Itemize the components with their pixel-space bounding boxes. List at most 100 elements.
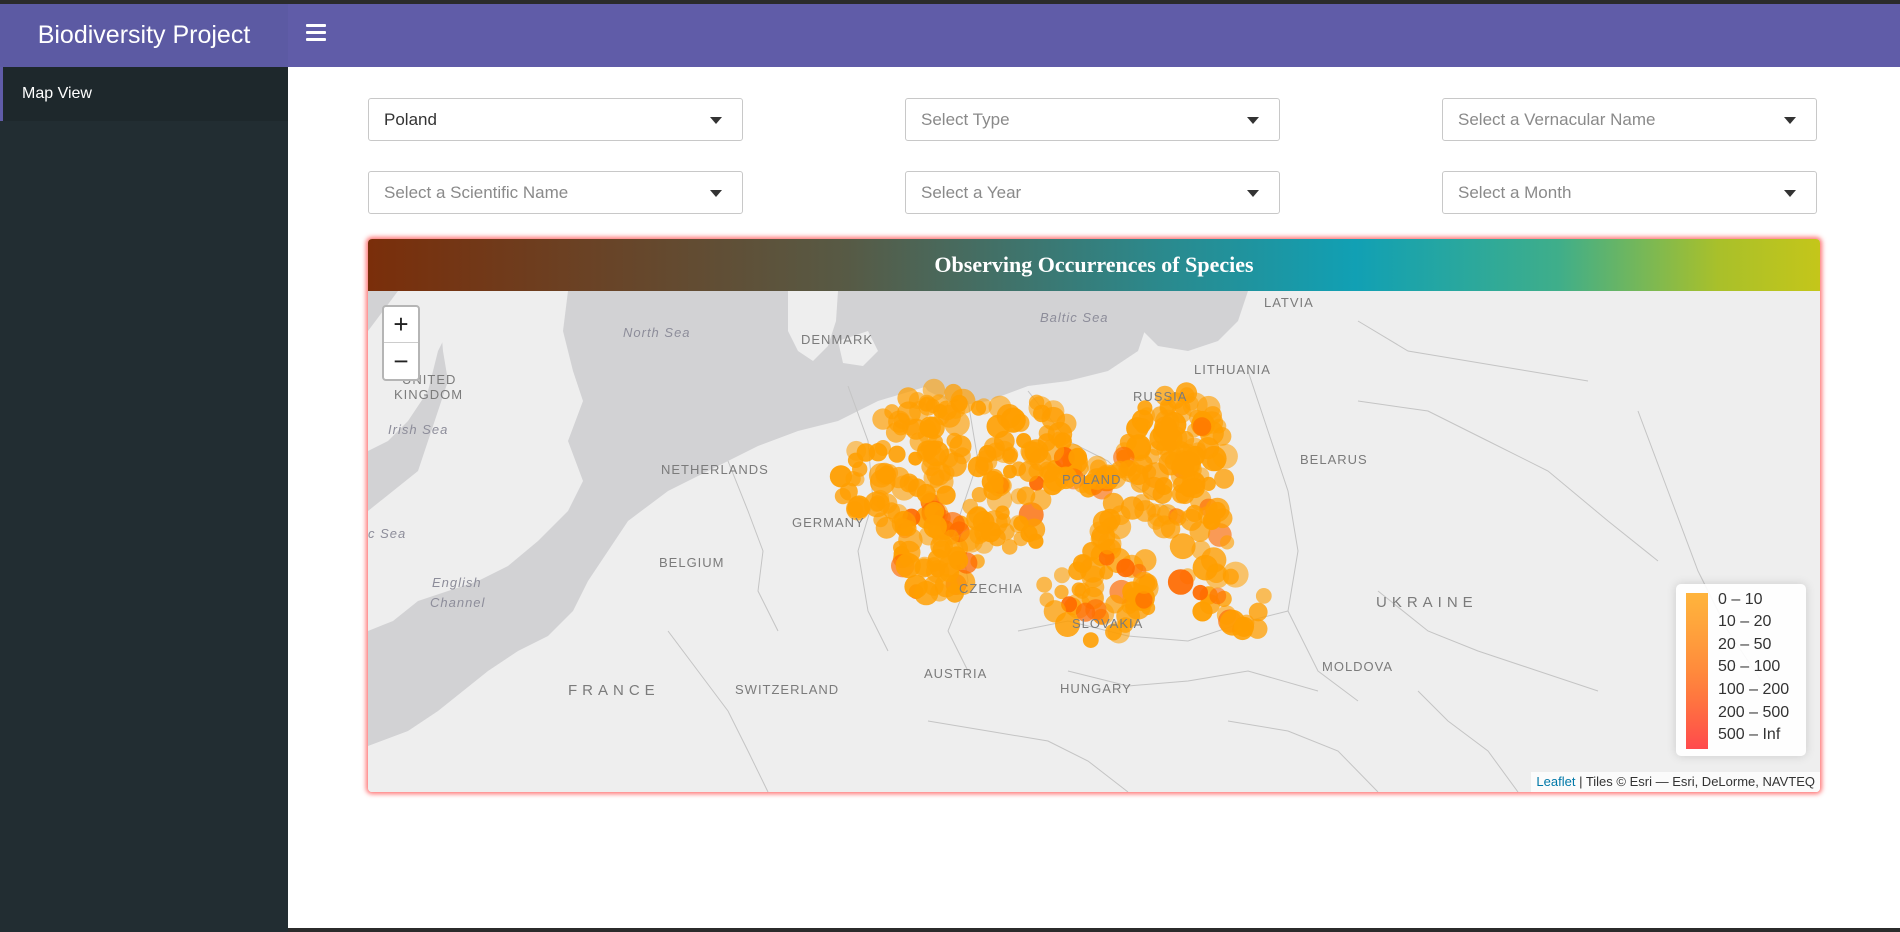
leaflet-map[interactable]: North Sea Baltic Sea Irish Sea c Sea Eng… (368, 291, 1820, 792)
legend-item: 0 – 10 (1718, 591, 1763, 608)
occurrence-marker (1149, 441, 1164, 456)
map-label-czechia: CZECHIA (959, 581, 1024, 596)
caret-down-icon (1784, 117, 1796, 124)
map-label-belarus: BELARUS (1300, 452, 1368, 467)
legend-item: 50 – 100 (1718, 658, 1781, 675)
occurrence-marker (1041, 406, 1066, 431)
occurrence-marker (1068, 561, 1087, 581)
legend-item: 500 – Inf (1718, 726, 1781, 743)
caret-down-icon (1247, 190, 1259, 197)
map-label-celtic-sea: c Sea (368, 526, 407, 541)
occurrence-marker (1009, 515, 1028, 534)
occurrence-marker (983, 437, 1005, 459)
occurrence-marker (1036, 576, 1053, 593)
occurrence-marker (948, 550, 969, 571)
zoom-control: + − (382, 305, 420, 381)
map-label-poland: POLAND (1062, 472, 1122, 487)
sidebar: Map View (0, 67, 288, 932)
type-select[interactable]: Select Type (905, 98, 1280, 141)
caret-down-icon (1784, 190, 1796, 197)
hamburger-menu-icon[interactable] (306, 24, 326, 42)
map-label-belgium: BELGIUM (659, 555, 725, 570)
occurrence-marker (846, 440, 867, 461)
map-label-kingdom: KINGDOM (394, 387, 464, 402)
top-navbar (288, 4, 1900, 67)
occurrence-marker (1147, 503, 1171, 527)
map-attribution: Leaflet | Tiles © Esri — Esri, DeLorme, … (1531, 772, 1820, 792)
occurrence-marker (923, 514, 947, 539)
base-map (368, 291, 1820, 792)
occurrence-marker (850, 472, 865, 487)
occurrence-marker (988, 395, 1012, 419)
occurrence-marker (1248, 602, 1268, 622)
country-select-value: Poland (384, 109, 437, 129)
occurrence-marker (874, 462, 895, 483)
occurrence-marker (1133, 571, 1156, 594)
vernacular-name-select[interactable]: Select a Vernacular Name (1442, 98, 1817, 141)
occurrence-marker (1116, 558, 1135, 578)
occurrence-marker (888, 445, 906, 463)
occurrence-marker (1209, 587, 1227, 605)
legend-color-scale (1686, 593, 1708, 749)
vernacular-select-placeholder: Select a Vernacular Name (1458, 109, 1656, 129)
map-label-germany: GERMANY (792, 515, 865, 530)
occurrence-marker (873, 512, 889, 528)
legend-item: 10 – 20 (1718, 613, 1772, 630)
map-label-irish-sea: Irish Sea (388, 422, 449, 437)
map-label-channel: Channel (430, 595, 486, 610)
occurrence-marker (1002, 448, 1018, 465)
occurrence-marker (944, 410, 970, 437)
occurrence-marker (930, 583, 949, 602)
map-label-english: English (432, 575, 482, 590)
year-select[interactable]: Select a Year (905, 171, 1280, 214)
main-content: Poland Select Type Select a Vernacular N… (288, 67, 1900, 928)
legend-item: 100 – 200 (1718, 681, 1790, 698)
occurrence-marker (1142, 462, 1169, 489)
occurrence-marker (1105, 594, 1125, 614)
occurrence-marker (1214, 468, 1235, 489)
occurrence-marker (1179, 479, 1198, 498)
occurrence-marker (1205, 497, 1230, 523)
occurrence-marker (1212, 443, 1238, 469)
occurrence-marker (1177, 457, 1202, 482)
scientific-name-select[interactable]: Select a Scientific Name (368, 171, 743, 214)
occurrence-marker (1041, 438, 1065, 462)
occurrence-marker (1016, 486, 1036, 506)
occurrence-marker (943, 529, 960, 545)
occurrence-marker (908, 451, 923, 466)
sidebar-item-map-view[interactable]: Map View (0, 67, 288, 121)
occurrence-marker (1100, 539, 1116, 555)
occurrence-marker (953, 447, 971, 465)
occurrence-marker (1220, 535, 1235, 550)
occurrence-marker (1054, 567, 1070, 584)
map-label-denmark: DENMARK (801, 332, 874, 347)
app-title[interactable]: Biodiversity Project (0, 4, 288, 67)
zoom-out-button[interactable]: − (384, 343, 418, 379)
occurrence-marker (919, 416, 941, 438)
occurrence-marker (1192, 584, 1208, 601)
map-label-lithuania: LITHUANIA (1194, 362, 1271, 377)
occurrence-marker (915, 556, 935, 576)
map-label-slovakia: SLOVAKIA (1072, 616, 1144, 631)
caret-down-icon (710, 117, 722, 124)
occurrence-marker (1205, 564, 1229, 589)
caret-down-icon (710, 190, 722, 197)
occurrence-marker (1041, 463, 1060, 482)
zoom-in-button[interactable]: + (384, 307, 418, 343)
month-select[interactable]: Select a Month (1442, 171, 1817, 214)
occurrence-marker (1176, 430, 1195, 449)
occurrence-marker (1135, 418, 1151, 434)
map-label-north-sea: North Sea (623, 325, 691, 340)
occurrence-marker (950, 394, 968, 412)
occurrence-marker (1028, 533, 1044, 549)
occurrence-marker (971, 487, 988, 503)
country-select[interactable]: Poland (368, 98, 743, 141)
occurrence-marker (959, 529, 984, 553)
occurrence-marker (908, 392, 926, 409)
leaflet-link[interactable]: Leaflet (1536, 774, 1575, 789)
year-select-placeholder: Select a Year (921, 182, 1022, 202)
map-panel: Observing Occurrences of Species North S… (368, 239, 1820, 792)
map-label-moldova: MOLDOVA (1322, 659, 1394, 674)
map-legend: 0 – 10 10 – 20 20 – 50 50 – 100 100 – 20… (1676, 584, 1806, 756)
caret-down-icon (1247, 117, 1259, 124)
